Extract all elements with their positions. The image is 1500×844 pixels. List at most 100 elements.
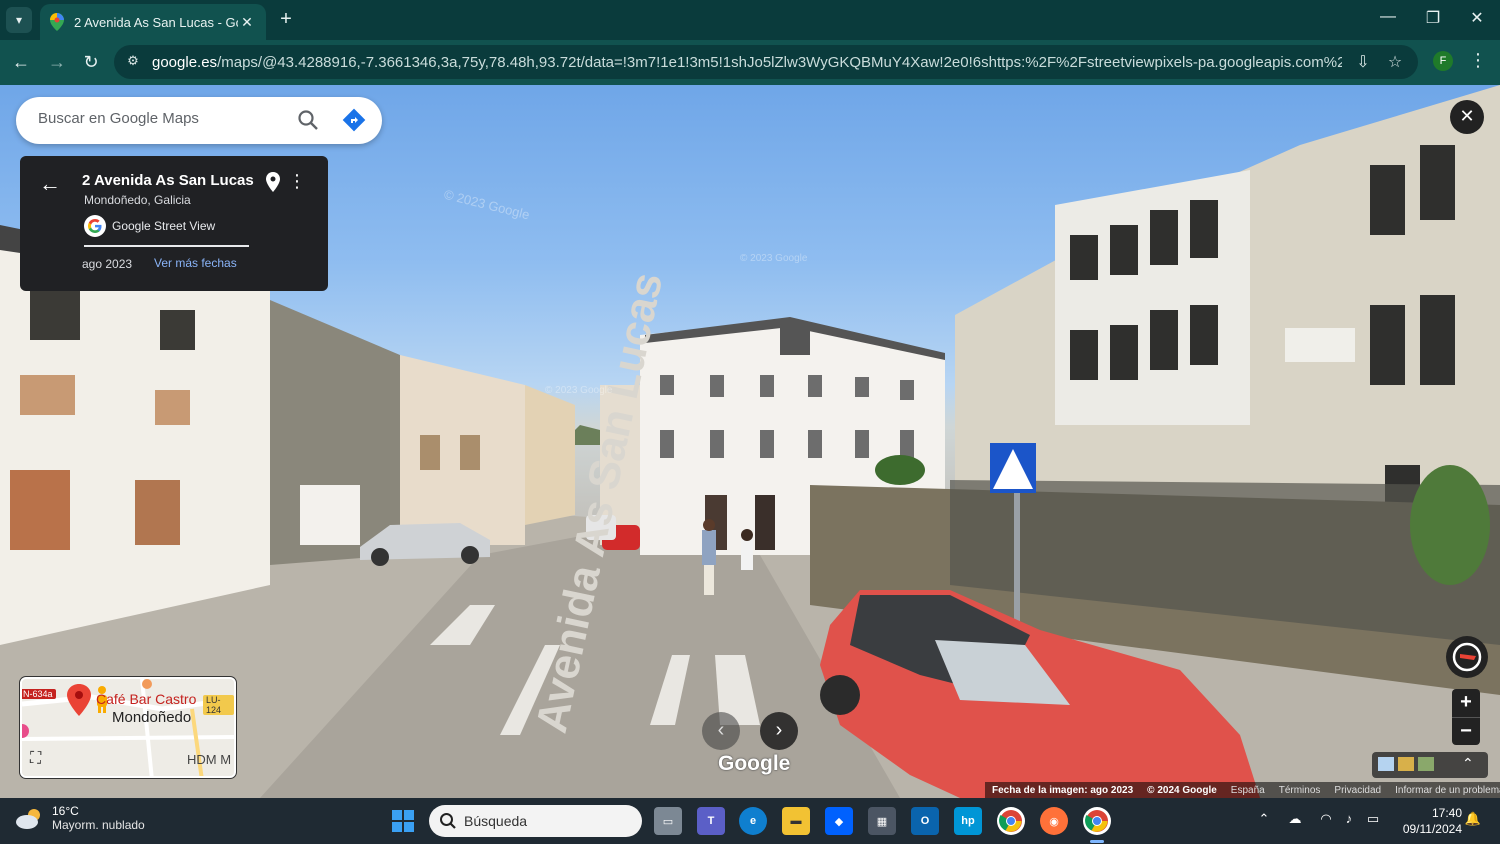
minimap[interactable]: N-634a LU-124 Café Bar Castro Mondoñedo … [20, 677, 236, 778]
see-more-dates-link[interactable]: Ver más fechas [154, 256, 237, 270]
address-bar[interactable]: ⚙ google.es/maps/@43.4288916,-7.3661346,… [114, 45, 1418, 79]
divider [84, 245, 249, 247]
maps-search-box [16, 97, 382, 144]
zoom-in-button[interactable]: + [1452, 689, 1480, 717]
red-location-pin-icon [67, 684, 91, 716]
watermark: © 2023 Google [740, 253, 808, 264]
volume-icon[interactable]: ♪ [1339, 811, 1359, 831]
privacy-link[interactable]: Privacidad [1334, 785, 1381, 796]
clock-date: 09/11/2024 [1402, 822, 1462, 836]
compass-icon[interactable] [1446, 636, 1488, 678]
active-app-indicator [1090, 840, 1104, 843]
url-path: /maps/@43.4288916,-7.3661346,3a,75y,78.4… [217, 54, 1342, 71]
copyright: © 2024 Google [1147, 784, 1217, 796]
notifications-bell-icon[interactable]: 🔔 [1463, 811, 1483, 831]
minimize-icon[interactable]: — [1373, 8, 1403, 26]
close-street-view-button[interactable]: ✕ [1450, 100, 1484, 134]
search-icon [440, 813, 456, 829]
weather-widget[interactable]: 16°C Mayorm. nublado [14, 804, 145, 832]
previous-image-button[interactable]: ‹ [702, 712, 740, 750]
firefox-icon[interactable]: ◉ [1040, 807, 1068, 835]
capture-date: ago 2023 [82, 257, 133, 271]
thumbnail[interactable] [1378, 757, 1394, 771]
back-arrow-icon[interactable]: ← [38, 171, 62, 196]
search-icon[interactable] [296, 108, 320, 132]
road-badge: LU-124 [203, 695, 234, 715]
maps-search-input[interactable] [38, 110, 288, 127]
minimap-place-label: Café Bar Castro [96, 691, 197, 707]
clock-time: 17:40 [1431, 806, 1462, 820]
new-tab-button[interactable]: + [276, 8, 296, 32]
expand-up-icon[interactable]: ⌃ [1462, 755, 1478, 771]
edge-icon[interactable]: e [739, 807, 767, 835]
more-options-icon[interactable]: ⋮ [288, 171, 306, 193]
back-icon[interactable]: ← [8, 50, 34, 76]
street-view-source: Google Street View [84, 215, 215, 237]
location-title: 2 Avenida As San Lucas [82, 172, 254, 189]
system-clock[interactable]: 17:40 09/11/2024 [1392, 805, 1462, 837]
expand-icon[interactable]: ⛶ [30, 750, 50, 770]
browser-menu-icon[interactable]: ⋮ [1468, 50, 1488, 71]
source-label: Google Street View [112, 219, 216, 233]
install-app-icon[interactable]: ⇩ [1352, 52, 1374, 72]
url-host: google.es [152, 54, 218, 71]
battery-icon[interactable]: ▭ [1363, 811, 1383, 831]
google-maps-icon [50, 13, 64, 31]
profile-avatar[interactable]: F [1433, 51, 1453, 71]
cloud-sun-icon [16, 809, 40, 829]
wifi-icon[interactable]: ◠ [1316, 811, 1336, 831]
site-info-icon[interactable]: ⚙ [124, 53, 142, 71]
street-view-panorama[interactable]: Avenida As San Lucas © 2023 Google © 202… [0, 85, 1500, 798]
taskbar-search[interactable]: Búsqueda [429, 805, 642, 837]
browser-tab-active[interactable]: 2 Avenida As San Lucas - Google ✕ [40, 4, 266, 40]
chevron-up-icon[interactable]: ⌃ [1254, 811, 1274, 831]
tab-title: 2 Avenida As San Lucas - Google [74, 14, 238, 30]
restore-icon[interactable]: ❐ [1418, 8, 1448, 28]
tab-search-button[interactable]: ▾ [6, 7, 32, 33]
bookmark-star-icon[interactable]: ☆ [1384, 52, 1406, 72]
dropbox-icon[interactable]: ◆ [825, 807, 853, 835]
browser-tab-strip: ▾ 2 Avenida As San Lucas - Google ✕ + — … [0, 0, 1500, 40]
google-logo-icon [84, 215, 106, 237]
location-info-card: ← 2 Avenida As San Lucas Mondoñedo, Gali… [20, 156, 328, 291]
layer-thumbnails[interactable]: ⌃ [1372, 752, 1488, 778]
country-link[interactable]: España [1231, 785, 1265, 796]
minimap-label: HDM M [187, 752, 232, 767]
next-image-button[interactable]: › [760, 712, 798, 750]
zoom-out-button[interactable]: − [1452, 717, 1480, 745]
report-problem-link[interactable]: Informar de un problema [1395, 785, 1500, 796]
google-watermark: Google [718, 752, 791, 775]
taskbar: 16°C Mayorm. nublado Búsqueda ▭ T e ▬ ◆ … [0, 798, 1500, 844]
terms-link[interactable]: Términos [1279, 785, 1321, 796]
thumbnail[interactable] [1418, 757, 1434, 771]
road-badge: N-634a [22, 689, 56, 699]
weather-temperature: 16°C [52, 804, 79, 818]
watermark: © 2023 Google [545, 385, 613, 396]
chrome-icon[interactable] [997, 807, 1025, 835]
location-subtitle: Mondoñedo, Galicia [84, 193, 191, 207]
minimap-town-label: Mondoñedo [112, 709, 192, 726]
map-pin-icon[interactable] [263, 171, 283, 193]
calculator-icon[interactable]: ▦ [868, 807, 896, 835]
weather-description: Mayorm. nublado [52, 818, 145, 832]
browser-toolbar: ← → ↻ ⚙ google.es/maps/@43.4288916,-7.36… [0, 40, 1500, 85]
taskbar-search-text: Búsqueda [464, 813, 528, 829]
teams-icon[interactable]: T [697, 807, 725, 835]
reload-icon[interactable]: ↻ [78, 50, 104, 76]
window-close-icon[interactable]: ✕ [1462, 8, 1492, 28]
myhp-icon[interactable]: hp [954, 807, 982, 835]
image-date: Fecha de la imagen: ago 2023 [992, 784, 1134, 796]
onedrive-icon[interactable]: ☁ [1285, 811, 1305, 831]
outlook-icon[interactable]: O [911, 807, 939, 835]
windows-start-icon[interactable] [391, 809, 415, 833]
thumbnail[interactable] [1398, 757, 1414, 771]
chrome-profile-icon[interactable] [1083, 807, 1111, 835]
zoom-controls: + − [1452, 689, 1480, 745]
task-view-icon[interactable]: ▭ [654, 807, 682, 835]
file-explorer-icon[interactable]: ▬ [782, 807, 810, 835]
directions-icon[interactable] [342, 108, 366, 132]
forward-icon[interactable]: → [44, 50, 70, 76]
street-view-footer: Fecha de la imagen: ago 2023 © 2024 Goog… [985, 782, 1500, 798]
tab-close-icon[interactable]: ✕ [238, 14, 256, 31]
url-text[interactable]: google.es/maps/@43.4288916,-7.3661346,3a… [152, 54, 1342, 71]
